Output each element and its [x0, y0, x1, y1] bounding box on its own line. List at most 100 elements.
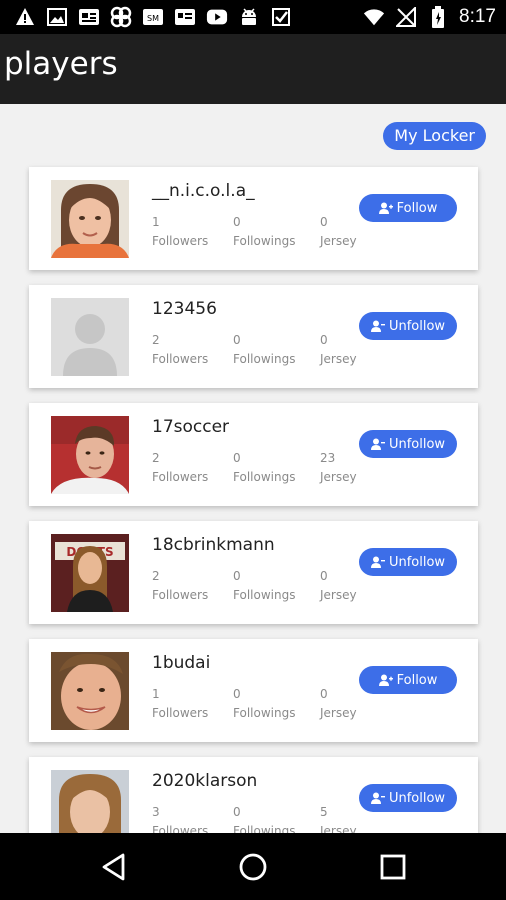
player-username[interactable]: 123456	[152, 299, 217, 319]
player-card[interactable]: __n.i.c.o.l.a_ 1 Followers 0 Followings 0 J…	[29, 167, 478, 270]
unfollow-button-label: Unfollow	[388, 318, 446, 334]
followers-label: Followers	[152, 588, 209, 602]
back-icon[interactable]	[98, 851, 130, 883]
player-card[interactable]: 2020klarson 3 Followers 0 Followings 5 Jers…	[29, 757, 478, 833]
followers-count: 1	[152, 687, 160, 701]
jersey-number: 5	[320, 805, 328, 819]
unfollow-button-label: Unfollow	[388, 436, 446, 452]
jersey-stat: 0 Jersey	[320, 567, 357, 605]
player-username[interactable]: __n.i.c.o.l.a_	[152, 181, 255, 201]
followings-count: 0	[233, 687, 241, 701]
followings-stat: 0 Followings	[233, 567, 295, 605]
followers-count: 2	[152, 451, 160, 465]
unfollow-button[interactable]: Unfollow	[359, 784, 457, 812]
jersey-label: Jersey	[320, 706, 357, 720]
system-icons: 8:17	[363, 6, 496, 28]
players-list[interactable]: My Locker __n.i.c.o.l.a_ 1 Followers 0 Fol…	[0, 104, 506, 833]
jersey-label: Jersey	[320, 352, 357, 366]
user-minus-icon	[370, 556, 385, 568]
followings-label: Followings	[233, 234, 296, 248]
followings-stat: 0 Followings	[233, 803, 295, 833]
status-bar: SM 8:17	[0, 0, 506, 34]
followers-stat: 2 Followers	[152, 449, 208, 487]
followings-count: 0	[233, 569, 241, 583]
player-card[interactable]: DOOTS 18cbrinkmann 2 Followers 0 Following…	[29, 521, 478, 624]
followers-stat: 2 Followers	[152, 331, 208, 369]
player-card[interactable]: 1budai 1 Followers 0 Followings 0 Jersey Fo…	[29, 639, 478, 742]
player-card[interactable]: 17soccer 2 Followers 0 Followings 23 Jersey…	[29, 403, 478, 506]
wifi-icon	[363, 6, 385, 28]
followings-label: Followings	[233, 470, 296, 484]
player-username[interactable]: 17soccer	[152, 417, 229, 437]
avatar-placeholder[interactable]	[51, 298, 129, 376]
player-username[interactable]: 18cbrinkmann	[152, 535, 275, 555]
followings-label: Followings	[233, 824, 296, 833]
jersey-number: 0	[320, 215, 328, 229]
no-sim-icon	[395, 6, 417, 28]
unfollow-button[interactable]: Unfollow	[359, 312, 457, 340]
followers-count: 2	[152, 333, 160, 347]
followers-label: Followers	[152, 470, 209, 484]
youtube-icon	[206, 6, 228, 28]
jersey-stat: 0 Jersey	[320, 685, 357, 723]
unfollow-button[interactable]: Unfollow	[359, 430, 457, 458]
jersey-stat: 5 Jersey	[320, 803, 357, 833]
clover-icon	[110, 6, 132, 28]
follow-button[interactable]: Follow	[359, 194, 457, 222]
follow-button-label: Follow	[396, 200, 438, 216]
avatar[interactable]	[51, 416, 129, 494]
card-icon	[174, 6, 196, 28]
avatar[interactable]	[51, 652, 129, 730]
notification-icons: SM	[14, 6, 292, 28]
followings-label: Followings	[233, 352, 296, 366]
followings-stat: 0 Followings	[233, 213, 295, 251]
followers-count: 1	[152, 215, 160, 229]
jersey-number: 23	[320, 451, 336, 465]
follow-button[interactable]: Follow	[359, 666, 457, 694]
jersey-label: Jersey	[320, 234, 357, 248]
jersey-label: Jersey	[320, 588, 357, 602]
my-locker-button[interactable]: My Locker	[383, 122, 486, 150]
jersey-stat: 0 Jersey	[320, 213, 357, 251]
avatar[interactable]: DOOTS	[51, 534, 129, 612]
user-minus-icon	[370, 438, 385, 450]
followings-stat: 0 Followings	[233, 685, 295, 723]
user-plus-icon	[378, 202, 393, 214]
player-username[interactable]: 1budai	[152, 653, 210, 673]
jersey-number: 0	[320, 333, 328, 347]
unfollow-button[interactable]: Unfollow	[359, 548, 457, 576]
player-username[interactable]: 2020klarson	[152, 771, 257, 791]
news-icon	[78, 6, 100, 28]
followings-label: Followings	[233, 706, 296, 720]
page-title: players	[4, 46, 118, 82]
recents-icon[interactable]	[377, 851, 409, 883]
home-icon[interactable]	[237, 851, 269, 883]
follow-button-label: Follow	[396, 672, 438, 688]
player-card[interactable]: 123456 2 Followers 0 Followings 0 Jersey Un…	[29, 285, 478, 388]
warning-icon	[14, 6, 36, 28]
followers-count: 3	[152, 805, 160, 819]
followers-label: Followers	[152, 824, 209, 833]
jersey-number: 0	[320, 687, 328, 701]
android-icon	[238, 6, 260, 28]
unfollow-button-label: Unfollow	[388, 790, 446, 806]
jersey-label: Jersey	[320, 470, 357, 484]
jersey-stat: 23 Jersey	[320, 449, 357, 487]
followers-stat: 1 Followers	[152, 213, 208, 251]
user-minus-icon	[370, 792, 385, 804]
followers-label: Followers	[152, 352, 209, 366]
followings-count: 0	[233, 805, 241, 819]
followings-stat: 0 Followings	[233, 331, 295, 369]
followings-label: Followings	[233, 588, 296, 602]
navigation-bar	[0, 833, 506, 900]
svg-text:SM: SM	[147, 14, 159, 23]
battery-icon	[427, 6, 449, 28]
badge-icon: SM	[142, 6, 164, 28]
avatar[interactable]	[51, 770, 129, 833]
avatar[interactable]	[51, 180, 129, 258]
checkmark-icon	[270, 6, 292, 28]
user-minus-icon	[370, 320, 385, 332]
followers-label: Followers	[152, 706, 209, 720]
followers-label: Followers	[152, 234, 209, 248]
image-icon	[46, 6, 68, 28]
